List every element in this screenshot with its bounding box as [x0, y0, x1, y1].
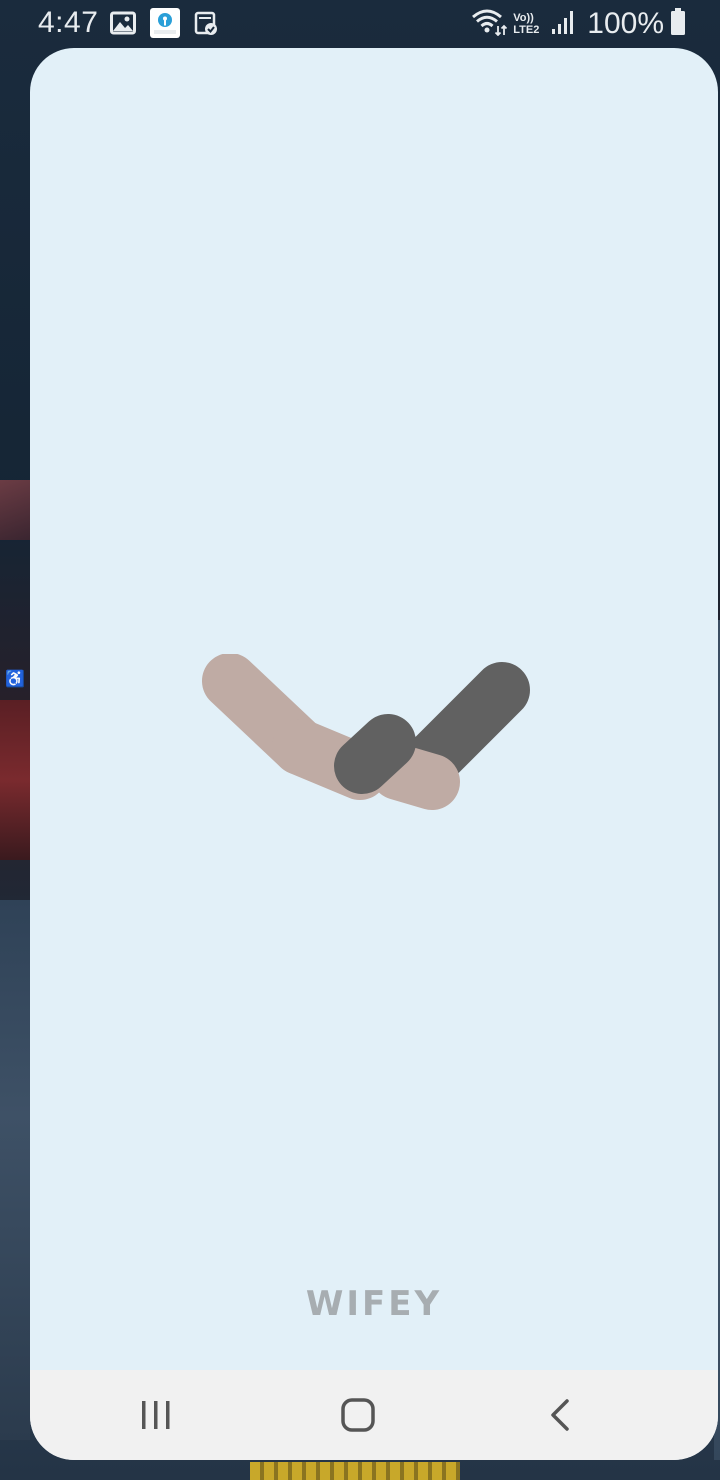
back-icon [551, 1399, 569, 1431]
sbi-card-icon [150, 7, 180, 43]
wallpaper-detail [250, 1462, 460, 1480]
battery-icon [670, 7, 686, 41]
wifi-icon [471, 8, 508, 41]
battery-percentage: 100% [587, 7, 664, 40]
wifey-logo-icon [202, 654, 530, 810]
app-splash-screen: WIFEY [30, 48, 718, 1460]
calendar-check-icon [194, 10, 218, 41]
signal-icon [551, 9, 575, 40]
navigation-bar [30, 1370, 718, 1460]
accessibility-sign-icon: ♿ [5, 671, 25, 688]
recents-icon [142, 1401, 170, 1429]
wallpaper-detail [0, 480, 30, 540]
wallpaper-detail [0, 700, 30, 860]
notification-icons [110, 7, 218, 43]
back-button[interactable] [530, 1390, 590, 1440]
brand-name: WIFEY [305, 1284, 443, 1324]
recents-button[interactable] [126, 1390, 186, 1440]
status-bar: 4:47 Vo)) LTE2 100% [0, 0, 720, 48]
status-time: 4:47 [38, 6, 99, 39]
home-icon [341, 1398, 375, 1432]
image-icon [110, 11, 136, 40]
system-icons: Vo)) LTE2 100% [471, 6, 686, 42]
home-button[interactable] [328, 1390, 388, 1440]
network-type-label: Vo)) LTE2 [513, 12, 540, 36]
wallpaper-detail [0, 900, 30, 1440]
